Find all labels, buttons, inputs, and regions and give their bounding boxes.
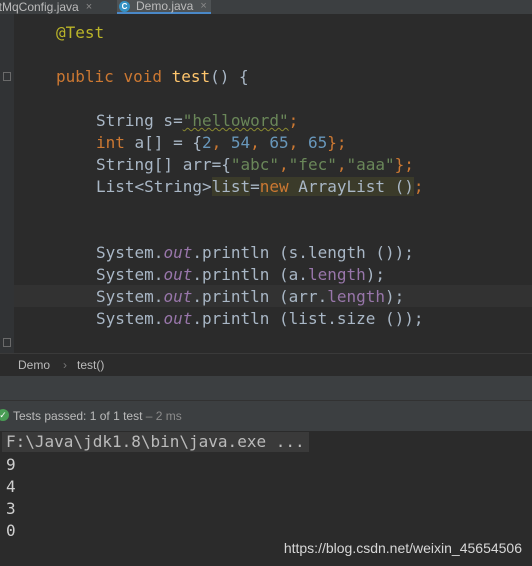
code-line-annotation: @Test [56,23,105,42]
code-line-print-array-length: System.out.println (a.length); [96,265,385,284]
tab-label: Demo.java [136,0,194,13]
breadcrumb-class[interactable]: Demo [18,358,50,372]
tab-rabbitmq-config[interactable]: itMqConfig.java × [0,0,92,14]
breadcrumb-method[interactable]: test() [77,358,104,372]
code-line-print-arr-length: System.out.println (arr.length); [96,287,405,306]
console-output[interactable]: F:\Java\jdk1.8\bin\java.exe ... 9 4 3 0 … [0,431,532,566]
watermark: https://blog.csdn.net/weixin_45654506 [283,540,522,556]
breadcrumb-separator: › [63,358,67,372]
code-editor[interactable]: @Test public void test() { String s="hel… [14,14,532,353]
run-tool-window-header [0,376,532,400]
code-line-list-decl: List<String>list=new ArrayList (); [96,177,424,196]
console-output-line: 0 [6,521,16,540]
close-icon[interactable]: × [86,0,92,14]
fold-marker-icon[interactable] [3,72,11,81]
close-icon[interactable]: × [200,0,206,13]
code-line-print-string-length: System.out.println (s.length ()); [96,243,414,262]
check-circle-icon: ✓ [0,409,9,421]
code-line-string-decl: String s="helloword"; [96,111,299,130]
test-status-text: Tests passed: 1 of 1 test – 2 ms [13,409,182,423]
console-command-line[interactable]: F:\Java\jdk1.8\bin\java.exe ... [2,432,309,452]
editor-tab-bar: itMqConfig.java × C Demo.java × [0,0,532,14]
fold-marker-icon[interactable] [3,338,11,347]
console-output-line: 9 [6,455,16,474]
code-line-int-array: int a[] = {2, 54, 65, 65}; [96,133,347,152]
breadcrumb: Demo › test() [0,353,532,377]
java-class-icon: C [119,0,130,12]
test-status-bar: ✓ Tests passed: 1 of 1 test – 2 ms [0,400,532,431]
editor-gutter [0,14,14,353]
code-line-method-signature: public void test() { [56,67,249,86]
code-line-string-array: String[] arr={"abc","fec","aaa"}; [96,155,414,174]
tab-label: itMqConfig.java [0,0,79,14]
console-output-line: 4 [6,477,16,496]
code-line-print-list-size: System.out.println (list.size ()); [96,309,424,328]
tab-demo-java[interactable]: C Demo.java × [117,0,211,14]
console-output-line: 3 [6,499,16,518]
